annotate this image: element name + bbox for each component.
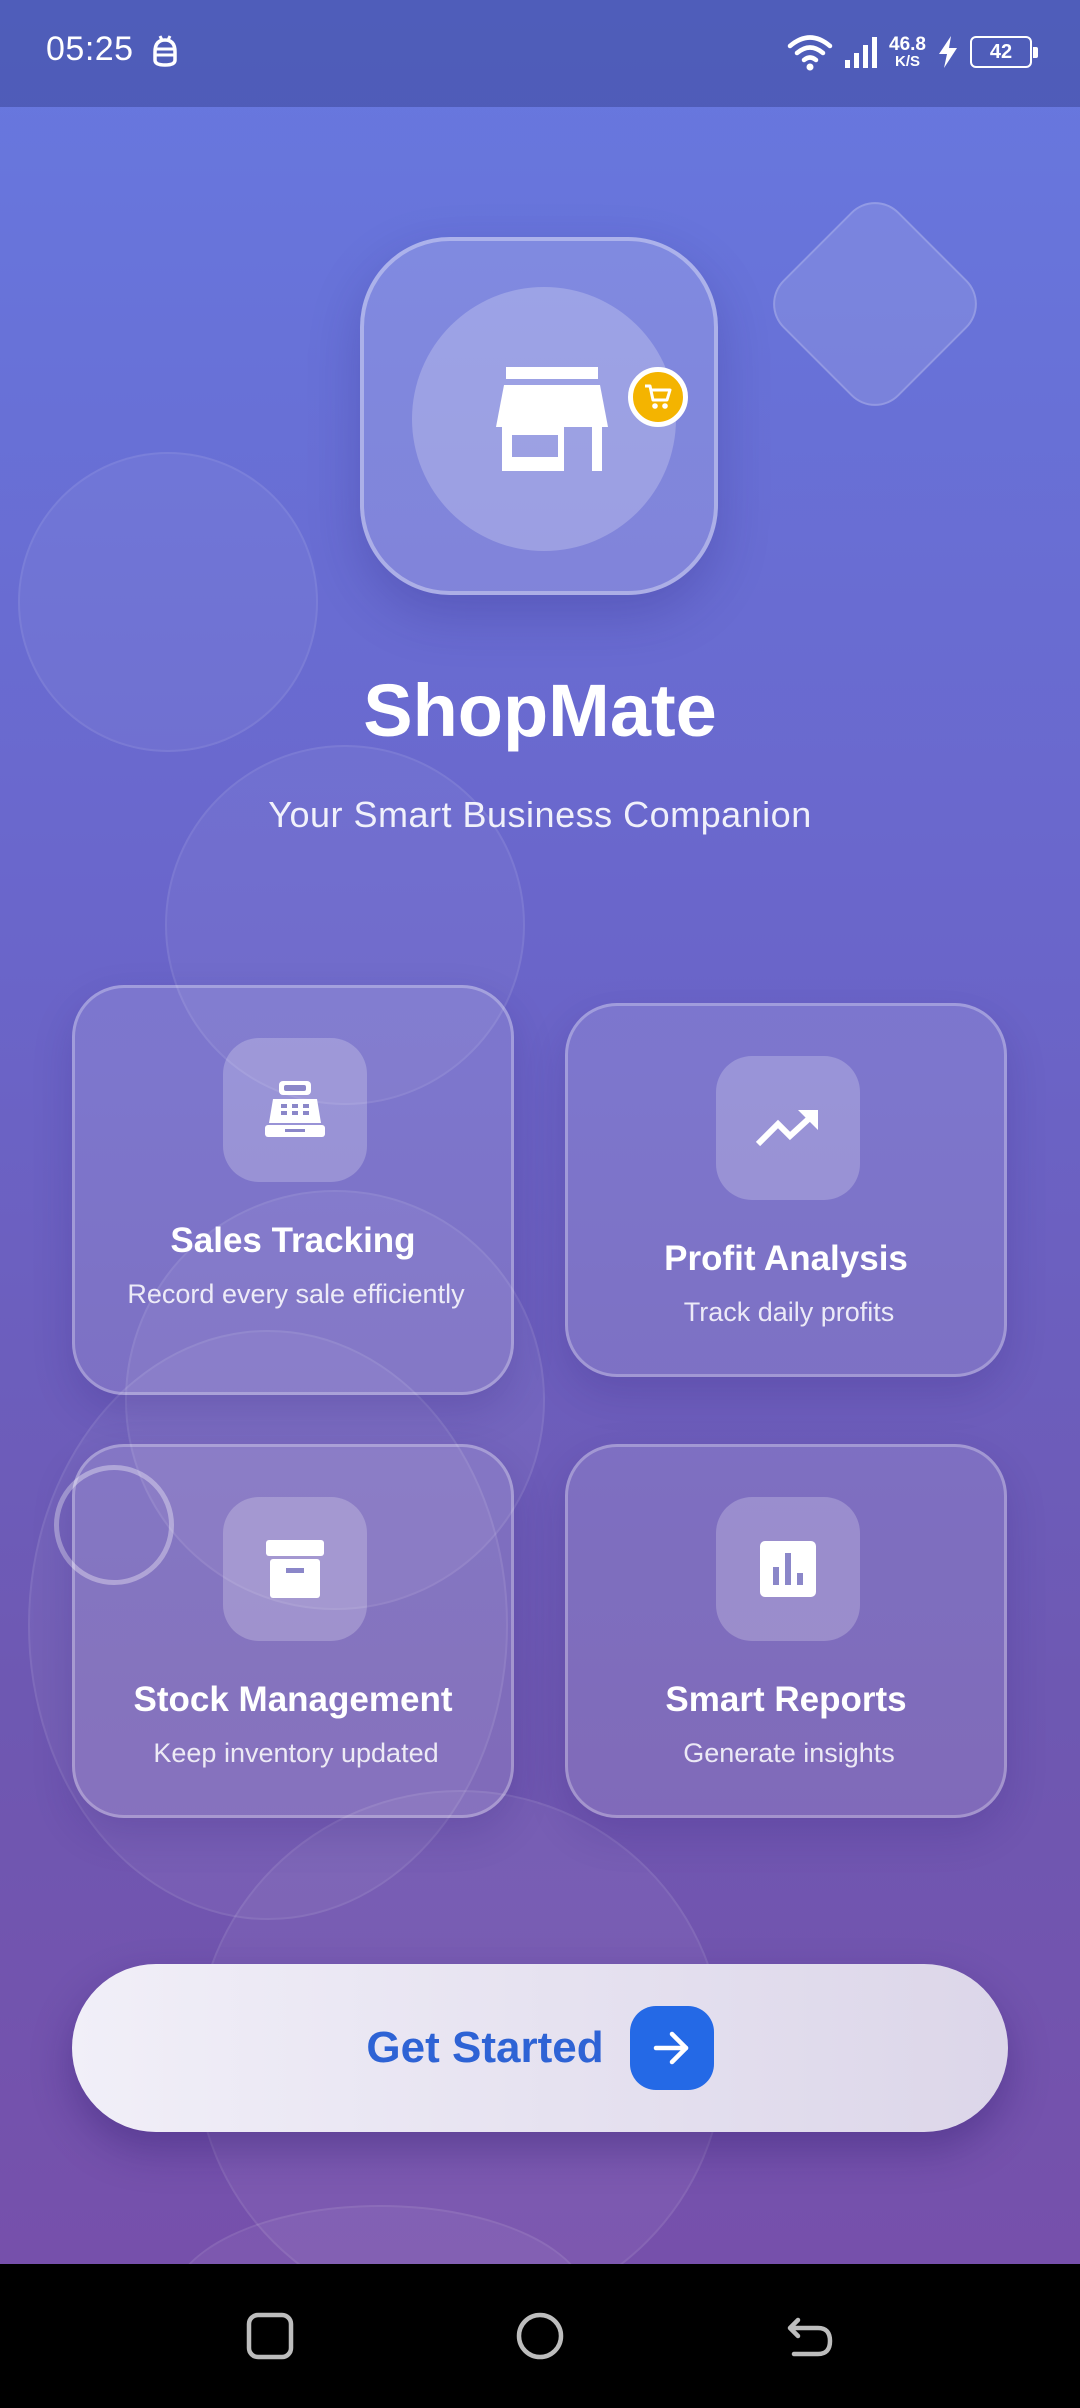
app-title: ShopMate [363, 669, 717, 752]
onboarding-screen: 05:25 46.8 K/S 42 ShopMate Your Smart Bu… [0, 0, 1080, 2264]
cart-icon [645, 384, 672, 409]
network-speed-value: 46.8 [889, 34, 926, 55]
app-logo [360, 237, 718, 595]
feature-title: Sales Tracking [170, 1221, 416, 1260]
feature-title: Smart Reports [665, 1680, 907, 1719]
archive-box-icon [266, 1540, 324, 1598]
battery-icon: 42 [970, 36, 1038, 68]
back-button[interactable] [784, 2310, 836, 2362]
notification-icon [153, 35, 177, 67]
feature-description: Record every sale efficiently [127, 1279, 465, 1309]
navigation-bar [0, 2264, 1080, 2408]
decor-diamond [759, 188, 991, 420]
app-subtitle: Your Smart Business Companion [268, 794, 812, 835]
recents-button[interactable] [244, 2310, 296, 2362]
feature-card-profit-analysis: Profit Analysis Track daily profits [565, 1003, 1007, 1377]
feature-card-smart-reports: Smart Reports Generate insights [565, 1444, 1007, 1818]
charging-icon [939, 36, 957, 68]
cart-badge [628, 367, 688, 427]
battery-level: 42 [989, 40, 1013, 63]
feature-description: Generate insights [683, 1738, 895, 1768]
feature-icon-container [716, 1497, 860, 1641]
feature-card-stock-management: Stock Management Keep inventory updated [72, 1444, 514, 1818]
bar-chart-icon [760, 1541, 816, 1597]
feature-icon-container [223, 1497, 367, 1641]
trending-up-icon [756, 1110, 818, 1147]
get-started-label: Get Started [366, 2023, 604, 2072]
home-button[interactable] [514, 2310, 566, 2362]
logo-circle [412, 287, 688, 551]
get-started-button[interactable]: Get Started [72, 1964, 1008, 2132]
feature-card-sales-tracking: Sales Tracking Record every sale efficie… [72, 985, 514, 1395]
signal-icon [845, 37, 878, 68]
feature-description: Keep inventory updated [153, 1738, 439, 1768]
store-icon [496, 367, 608, 471]
status-icons: 46.8 K/S 42 [787, 30, 1038, 74]
feature-icon-container [716, 1056, 860, 1200]
arrow-right-icon [629, 2006, 714, 2090]
status-bar: 05:25 46.8 K/S 42 [0, 0, 1080, 107]
cash-register-icon [265, 1081, 325, 1137]
feature-title: Profit Analysis [664, 1239, 908, 1278]
status-time: 05:25 [46, 30, 134, 68]
wifi-icon [787, 35, 833, 71]
feature-icon-container [223, 1038, 367, 1182]
network-speed-unit: K/S [895, 53, 921, 70]
network-speed: 46.8 K/S [889, 35, 926, 69]
feature-title: Stock Management [133, 1680, 453, 1719]
feature-description: Track daily profits [683, 1297, 895, 1327]
